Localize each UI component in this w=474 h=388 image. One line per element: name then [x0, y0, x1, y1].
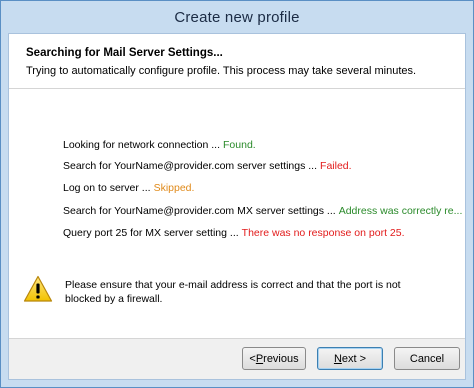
step-result: Skipped. — [153, 182, 195, 194]
step-log-on: Log on to server ... Skipped. — [63, 182, 194, 194]
step-mx-settings: Search for YourName@provider.com MX serv… — [63, 205, 462, 217]
next-button[interactable]: Next > — [317, 347, 383, 370]
header-title: Searching for Mail Server Settings... — [26, 47, 223, 59]
title-bar[interactable]: Create new profile — [1, 1, 473, 33]
warning-text: Please ensure that your e-mail address i… — [65, 278, 415, 306]
step-text: Search for YourName@provider.com server … — [63, 160, 318, 172]
header-subtitle: Trying to automatically configure profil… — [26, 65, 417, 77]
step-result: Failed. — [320, 160, 352, 172]
step-text: Search for YourName@provider.com MX serv… — [63, 205, 336, 217]
step-result: Address was correctly re... — [338, 205, 463, 217]
previous-accel: P — [255, 352, 264, 365]
warning-icon — [23, 275, 53, 303]
dialog-content: Searching for Mail Server Settings... Tr… — [8, 33, 466, 380]
next-accel: N — [333, 352, 342, 365]
step-text: Looking for network connection ... — [63, 139, 221, 151]
step-network-connection: Looking for network connection ... Found. — [63, 139, 256, 151]
next-label-post: ext > — [341, 352, 367, 365]
dialog-header: Searching for Mail Server Settings... Tr… — [9, 34, 465, 89]
dialog-window: Create new profile Searching for Mail Se… — [0, 0, 474, 388]
step-server-settings: Search for YourName@provider.com server … — [63, 160, 352, 172]
step-result: Found. — [223, 139, 256, 151]
cancel-button[interactable]: Cancel — [394, 347, 460, 370]
warning-line-2: blocked by a firewall. — [65, 293, 163, 305]
step-query-port: Query port 25 for MX server setting ... T… — [63, 227, 405, 239]
window-title: Create new profile — [174, 8, 300, 26]
button-bar: < Previous Next > Cancel — [9, 338, 465, 379]
step-result: There was no response on port 25. — [241, 227, 405, 239]
previous-label-post: revious — [263, 352, 299, 365]
warning-line-1: Please ensure that your e-mail address i… — [65, 279, 401, 291]
step-text: Query port 25 for MX server setting ... — [63, 227, 239, 239]
cancel-label: Cancel — [409, 352, 445, 365]
previous-button[interactable]: < Previous — [242, 347, 306, 370]
step-text: Log on to server ... — [63, 182, 151, 194]
